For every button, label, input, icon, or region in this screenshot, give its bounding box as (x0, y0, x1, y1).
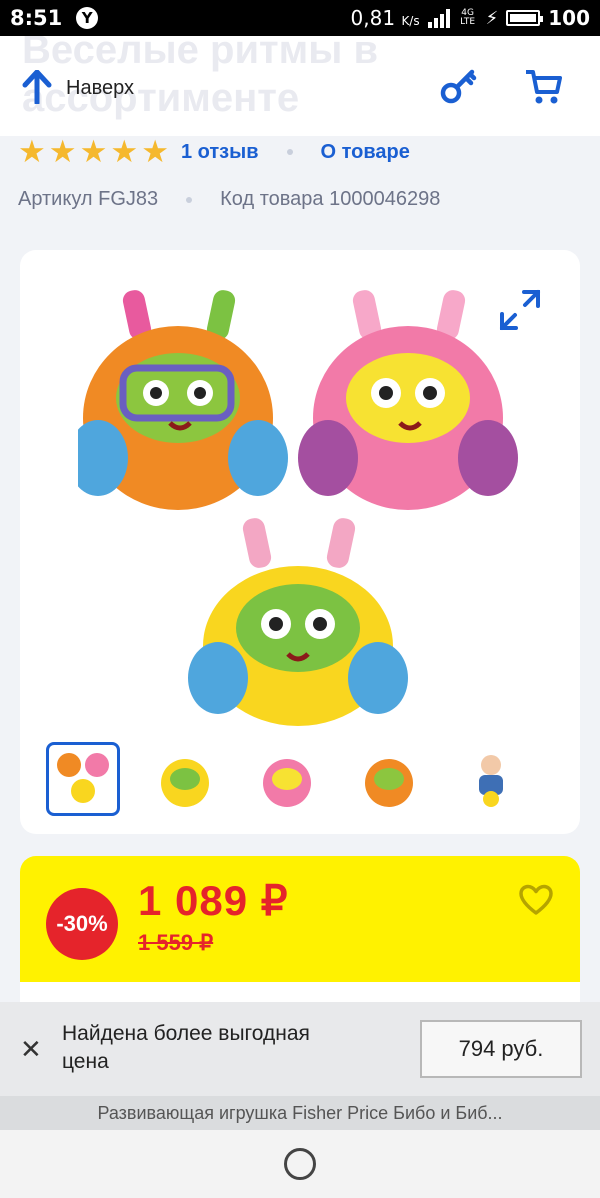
arrow-up-icon (22, 69, 52, 107)
browser-page-title: Развивающая игрушка Fisher Price Бибо и … (0, 1096, 600, 1130)
rating-stars: ★ ★ ★ ★ ★ (18, 134, 169, 169)
browser-icon: Y (76, 7, 99, 29)
back-to-top-button[interactable]: Наверх (22, 69, 134, 107)
sku-label: Артикул FGJ83 (18, 188, 159, 210)
thumbnail-5[interactable] (454, 742, 528, 816)
signal-icon (427, 8, 450, 28)
better-price-message: Найдена более выгодная цена (62, 1022, 310, 1073)
thumbnail-4[interactable] (352, 742, 426, 816)
current-price: 1 089 ₽ (138, 877, 289, 924)
thumbnail-2[interactable] (148, 742, 222, 816)
charging-icon: ⚡ (485, 7, 499, 29)
star-icon: ★ (48, 134, 77, 169)
old-price: 1 559 ₽ (138, 930, 214, 955)
star-icon: ★ (79, 134, 108, 169)
toy-pink-image (298, 290, 518, 510)
home-button-icon[interactable] (284, 1148, 316, 1180)
thumbnail-1[interactable] (46, 742, 120, 816)
star-icon: ★ (141, 134, 169, 169)
toy-yellow-image (188, 518, 408, 726)
thumbnail-strip (46, 742, 580, 816)
thumbnail-6[interactable] (556, 742, 580, 816)
battery-icon (506, 10, 544, 26)
status-bar: 8:51 Y 0,81 K/s 4G LTE ⚡ 100 (0, 0, 600, 36)
better-price-button[interactable]: 794 руб. (420, 1020, 582, 1078)
star-icon: ★ (110, 134, 139, 169)
price-block-footer (20, 982, 580, 1002)
article-row: Артикул FGJ83 Код товара 1000046298 (18, 188, 440, 211)
battery-level: 100 (548, 6, 590, 30)
discount-badge: -30% (46, 888, 118, 960)
star-icon: ★ (18, 134, 46, 169)
thumbnail-3[interactable] (250, 742, 324, 816)
network-type: 4G LTE (460, 8, 476, 27)
price-block: -30% 1 089 ₽ 1 559 ₽ (20, 856, 580, 982)
key-icon[interactable] (438, 66, 478, 106)
top-header: Веселые ритмы в ассортименте Наверх (0, 36, 600, 136)
separator-dot (186, 196, 193, 203)
close-icon[interactable]: ✕ (20, 1036, 42, 1062)
back-to-top-label: Наверх (66, 77, 134, 99)
network-speed: 0,81 K/s (350, 6, 420, 30)
status-time: 8:51 (10, 6, 63, 30)
toy-orange-image (78, 290, 288, 510)
about-product-link[interactable]: О товаре (321, 141, 410, 164)
product-code-label: Код товара 1000046298 (220, 188, 441, 210)
system-nav-bar (0, 1130, 600, 1198)
expand-icon[interactable] (498, 288, 542, 332)
better-price-banner: ✕ Найдена более выгодная цена 794 руб. (0, 1002, 600, 1096)
heart-icon[interactable] (518, 884, 554, 916)
cart-icon[interactable] (524, 66, 564, 106)
product-gallery (20, 250, 580, 834)
product-main-image[interactable] (78, 268, 518, 728)
reviews-link[interactable]: 1 отзыв (181, 141, 259, 164)
separator-dot (286, 149, 293, 155)
rating-row: ★ ★ ★ ★ ★ 1 отзыв О товаре (18, 136, 410, 168)
